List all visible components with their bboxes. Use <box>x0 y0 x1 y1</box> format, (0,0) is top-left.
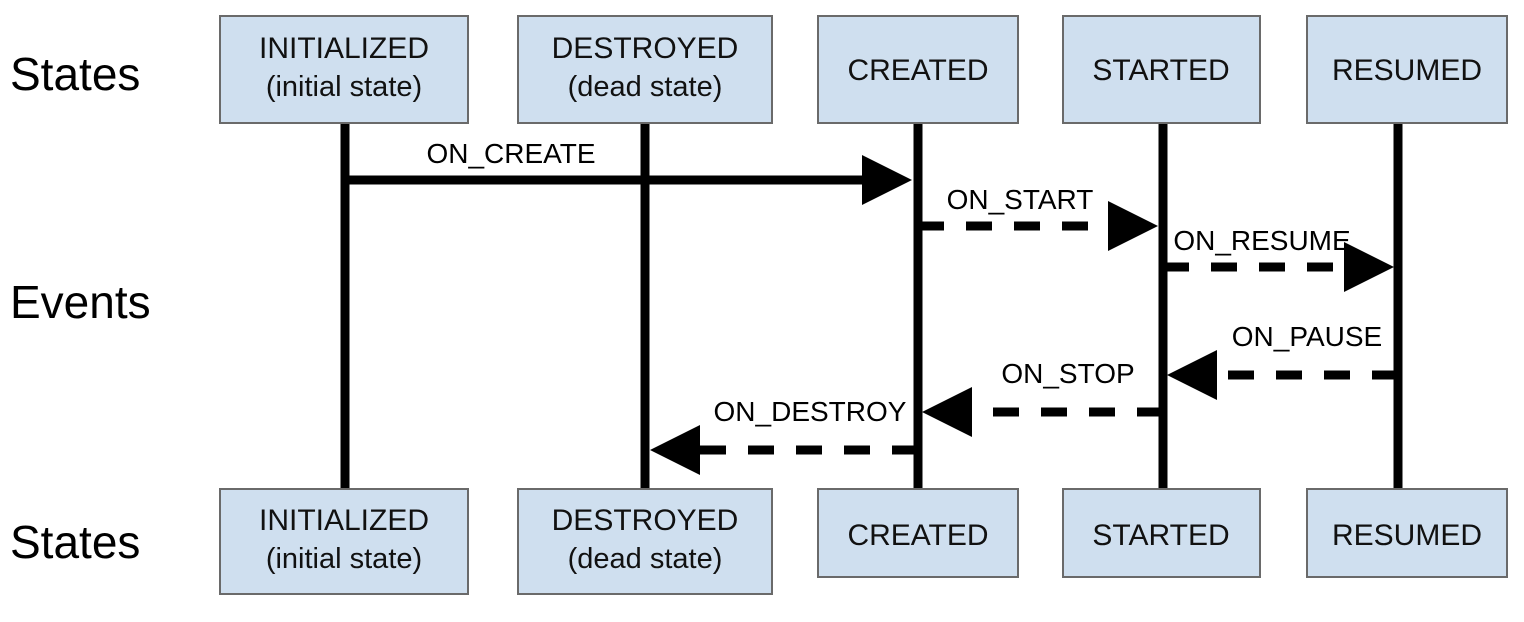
state-box-created-top-name: CREATED <box>847 54 988 87</box>
state-box-resumed-bottom-name: RESUMED <box>1332 519 1482 552</box>
row-label-states-top: States <box>10 48 140 100</box>
state-box-created-top[interactable]: CREATED <box>817 15 1019 124</box>
state-box-started-top[interactable]: STARTED <box>1062 15 1261 124</box>
state-box-destroyed-bottom-note: (dead state) <box>568 543 723 575</box>
event-on-stop-label: ON_STOP <box>1001 358 1134 389</box>
state-box-initialized-bottom-name: INITIALIZED <box>259 504 429 537</box>
state-box-started-bottom[interactable]: STARTED <box>1062 488 1261 578</box>
row-label-events: Events <box>10 276 151 328</box>
event-on-stop: ON_STOP <box>922 358 1163 437</box>
event-on-resume-arrowhead <box>1344 242 1394 292</box>
state-box-created-bottom[interactable]: CREATED <box>817 488 1019 578</box>
state-box-initialized-bottom[interactable]: INITIALIZED (initial state) <box>219 488 469 595</box>
event-on-start: ON_START <box>918 184 1158 251</box>
state-box-destroyed-bottom-name: DESTROYED <box>552 504 739 537</box>
lifecycle-diagram-canvas: States Events States ON_CREATE ON_START <box>0 0 1524 622</box>
event-on-create-label: ON_CREATE <box>426 138 595 169</box>
event-on-pause-arrowhead <box>1167 350 1217 400</box>
state-box-initialized-bottom-note: (initial state) <box>266 543 422 575</box>
event-on-pause: ON_PAUSE <box>1167 321 1398 400</box>
state-box-destroyed-bottom[interactable]: DESTROYED (dead state) <box>517 488 773 595</box>
state-box-initialized-top[interactable]: INITIALIZED (initial state) <box>219 15 469 124</box>
state-box-destroyed-top[interactable]: DESTROYED (dead state) <box>517 15 773 124</box>
event-on-destroy: ON_DESTROY <box>650 396 918 475</box>
event-on-start-label: ON_START <box>947 184 1094 215</box>
row-label-states-bottom: States <box>10 516 140 568</box>
state-box-started-bottom-name: STARTED <box>1092 519 1229 552</box>
event-on-resume-label: ON_RESUME <box>1173 225 1350 256</box>
state-box-destroyed-top-note: (dead state) <box>568 71 723 103</box>
state-box-destroyed-top-name: DESTROYED <box>552 32 739 65</box>
state-box-initialized-top-name: INITIALIZED <box>259 32 429 65</box>
event-on-create-arrowhead <box>862 155 912 205</box>
event-on-create: ON_CREATE <box>345 138 912 205</box>
event-on-resume: ON_RESUME <box>1163 225 1394 292</box>
event-on-destroy-arrowhead <box>650 425 700 475</box>
event-on-destroy-label: ON_DESTROY <box>714 396 907 427</box>
state-box-initialized-top-note: (initial state) <box>266 71 422 103</box>
event-on-pause-label: ON_PAUSE <box>1232 321 1382 352</box>
event-on-start-arrowhead <box>1108 201 1158 251</box>
state-box-resumed-top[interactable]: RESUMED <box>1306 15 1508 124</box>
state-box-started-top-name: STARTED <box>1092 54 1229 87</box>
state-box-created-bottom-name: CREATED <box>847 519 988 552</box>
state-box-resumed-top-name: RESUMED <box>1332 54 1482 87</box>
event-on-stop-arrowhead <box>922 387 972 437</box>
state-box-resumed-bottom[interactable]: RESUMED <box>1306 488 1508 578</box>
